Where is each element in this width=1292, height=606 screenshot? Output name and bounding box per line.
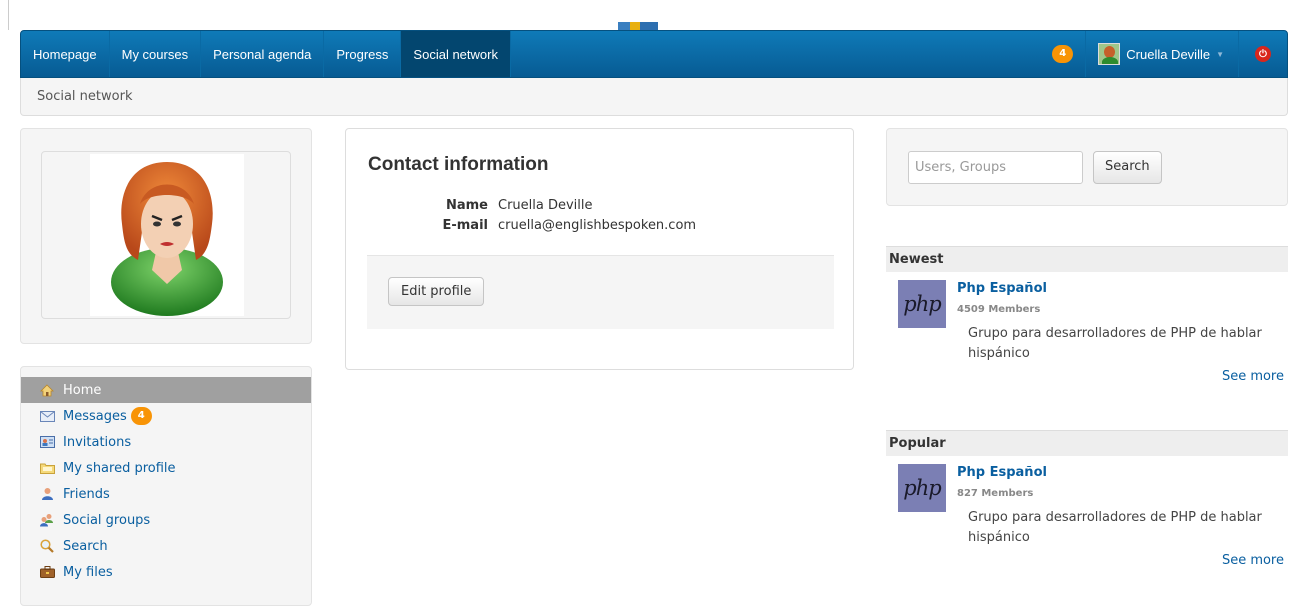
- nav-social-network[interactable]: Social network: [401, 31, 511, 77]
- newest-header: Newest: [886, 246, 1288, 272]
- popular-header: Popular: [886, 430, 1288, 456]
- envelope-icon: [39, 409, 55, 423]
- menu-item-label: My files: [63, 564, 113, 580]
- user-name: Cruella Deville: [1126, 46, 1211, 62]
- notifications-badge[interactable]: 4: [1052, 45, 1074, 63]
- social-menu: Home Messages 4 Invitations My shared pr…: [20, 366, 312, 606]
- caret-down-icon: ▼: [1216, 49, 1224, 59]
- breadcrumb: Social network: [20, 78, 1288, 116]
- user-avatar-icon: [1098, 43, 1121, 65]
- contact-panel: Contact information Name Cruella Deville…: [345, 128, 854, 370]
- group-item: php Php Español 827 Members Grupo para d…: [886, 456, 1288, 568]
- menu-item-invitations[interactable]: Invitations: [21, 429, 311, 455]
- group-description: Grupo para desarrolladores de PHP de hab…: [968, 326, 1262, 361]
- group-logo[interactable]: php: [898, 280, 946, 328]
- top-strip: [0, 0, 1292, 30]
- menu-item-label: My shared profile: [63, 460, 176, 476]
- group-item: php Php Español 4509 Members Grupo para …: [886, 272, 1288, 384]
- search-panel: Users, Groups Search: [886, 128, 1288, 206]
- name-row: Name Cruella Deville: [346, 198, 706, 213]
- user-menu[interactable]: Cruella Deville ▼: [1086, 31, 1239, 77]
- menu-item-shared-profile[interactable]: My shared profile: [21, 455, 311, 481]
- menu-item-label: Friends: [63, 486, 110, 502]
- group-icon: [39, 513, 55, 527]
- group-members: 4509 Members: [957, 304, 1041, 315]
- logout-button[interactable]: ⏻: [1239, 31, 1287, 77]
- group-name-link[interactable]: Php Español: [957, 465, 1047, 480]
- menu-item-my-files[interactable]: My files: [21, 559, 311, 585]
- newest-section: Newest php Php Español 4509 Members Grup…: [886, 246, 1288, 384]
- nav-progress[interactable]: Progress: [324, 31, 402, 77]
- email-value: cruella@englishbespoken.com: [498, 218, 697, 233]
- avatar-panel: [20, 128, 312, 344]
- home-icon: [39, 383, 55, 397]
- navbar-right: 4 Cruella Deville ▼ ⏻: [1040, 31, 1287, 77]
- menu-item-label: Home: [63, 382, 102, 398]
- group-members: 827 Members: [957, 488, 1034, 499]
- menu-item-label: Invitations: [63, 434, 132, 450]
- avatar-frame: [41, 151, 291, 319]
- search-input[interactable]: Users, Groups: [908, 151, 1083, 184]
- nav-my-courses[interactable]: My courses: [110, 31, 202, 77]
- email-label: E-mail: [442, 218, 488, 233]
- menu-item-label: Search: [63, 538, 108, 554]
- menu-item-search[interactable]: Search: [21, 533, 311, 559]
- menu-item-label: Messages: [63, 408, 127, 424]
- name-label: Name: [445, 198, 488, 213]
- page-border: [8, 0, 9, 30]
- search-button[interactable]: Search: [1093, 151, 1162, 184]
- profile-avatar: [90, 154, 244, 316]
- main-navbar: Homepage My courses Personal agenda Prog…: [20, 30, 1288, 78]
- see-more-link[interactable]: See more: [1222, 369, 1284, 384]
- nav-homepage[interactable]: Homepage: [21, 31, 110, 77]
- menu-item-messages[interactable]: Messages 4: [21, 403, 311, 429]
- group-logo[interactable]: php: [898, 464, 946, 512]
- see-more-link[interactable]: See more: [1222, 553, 1284, 568]
- popular-section: Popular php Php Español 827 Members Grup…: [886, 430, 1288, 568]
- contact-title: Contact information: [368, 154, 549, 175]
- menu-item-label: Social groups: [63, 512, 151, 528]
- user-icon: [39, 487, 55, 501]
- power-icon: ⏻: [1255, 46, 1271, 62]
- briefcase-icon: [39, 565, 55, 579]
- group-description: Grupo para desarrolladores de PHP de hab…: [968, 510, 1262, 545]
- notifications[interactable]: 4: [1040, 31, 1087, 77]
- group-name-link[interactable]: Php Español: [957, 281, 1047, 296]
- nav-personal-agenda[interactable]: Personal agenda: [201, 31, 325, 77]
- messages-badge: 4: [130, 407, 152, 425]
- menu-item-social-groups[interactable]: Social groups: [21, 507, 311, 533]
- name-value: Cruella Deville: [498, 198, 593, 213]
- menu-item-home[interactable]: Home: [21, 377, 311, 403]
- header-decoration: [618, 22, 658, 30]
- edit-profile-button[interactable]: Edit profile: [388, 277, 485, 306]
- magnifier-icon: [39, 539, 55, 553]
- email-row: E-mail cruella@englishbespoken.com: [346, 218, 706, 233]
- form-actions: Edit profile: [367, 255, 834, 329]
- folder-icon: [39, 461, 55, 475]
- invitation-icon: [39, 435, 55, 449]
- menu-item-friends[interactable]: Friends: [21, 481, 311, 507]
